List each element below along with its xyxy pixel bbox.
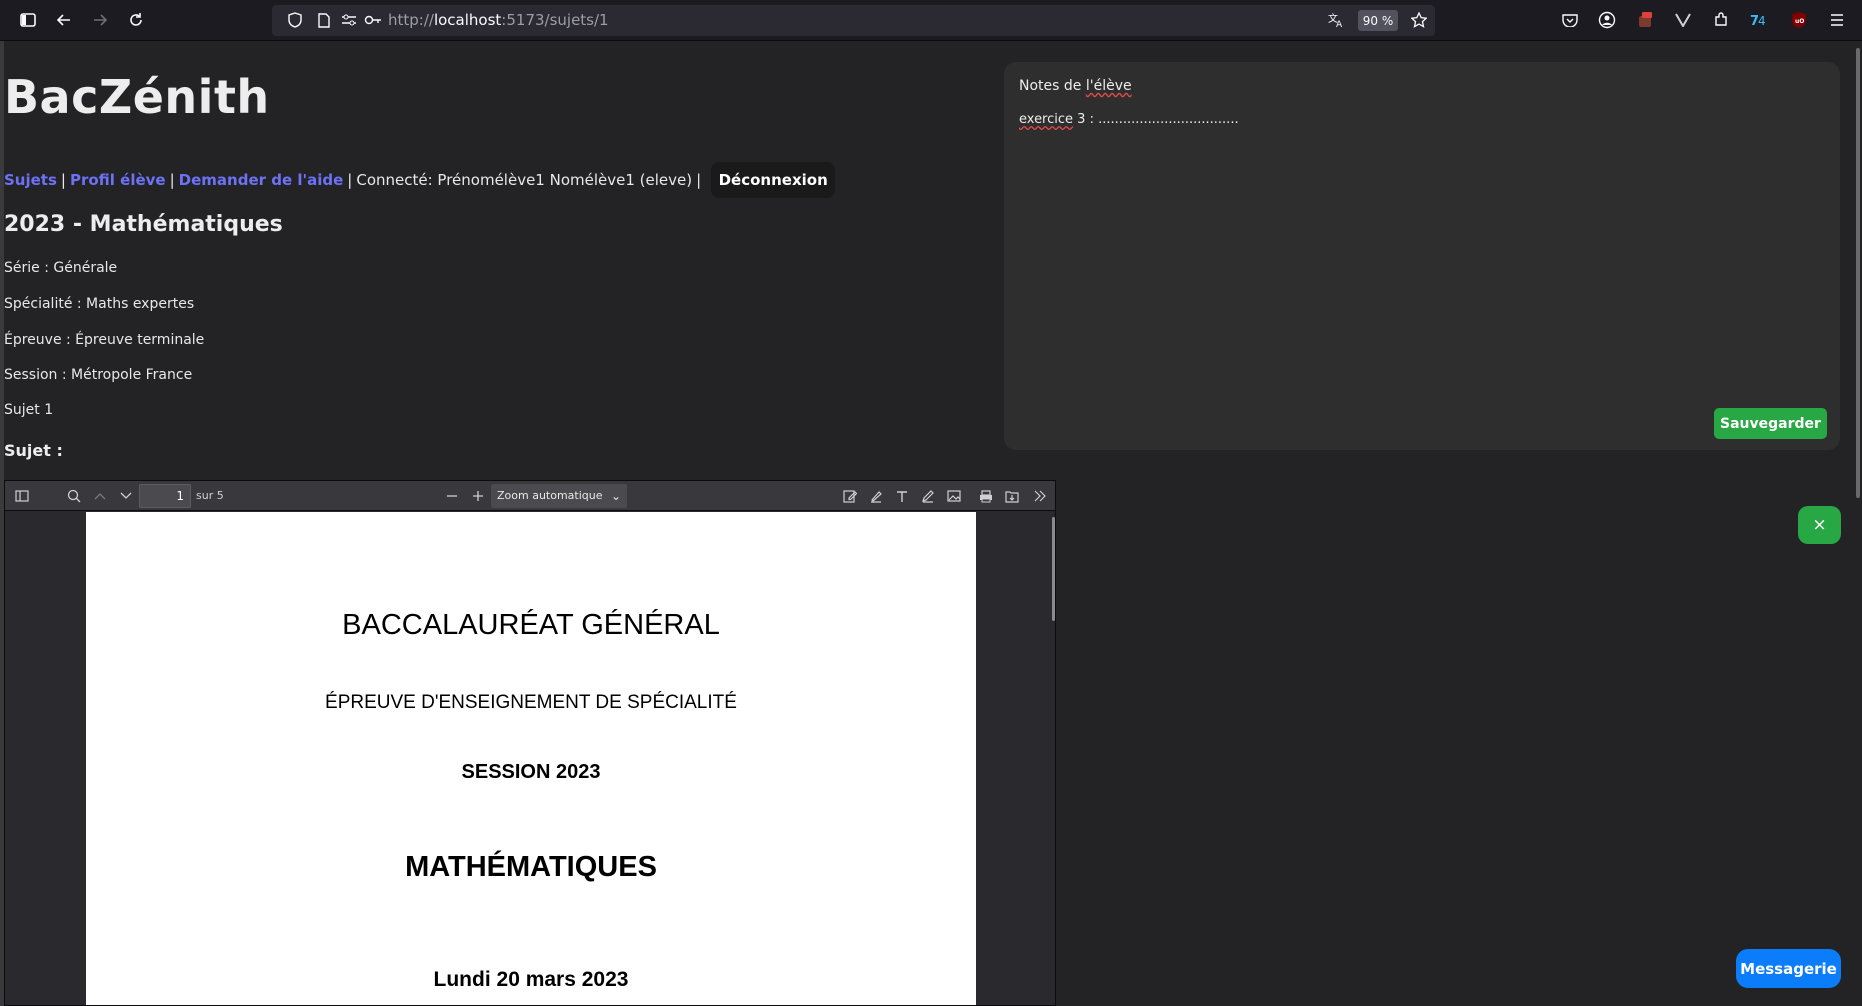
bookmark-star-icon[interactable] (1408, 9, 1430, 31)
notes-title-prefix: Notes de (1019, 78, 1086, 94)
pdf-next-page-icon[interactable] (115, 485, 137, 507)
page-icon (313, 9, 335, 31)
pdf-save-icon[interactable] (1001, 485, 1023, 507)
pdf-zoom-select[interactable]: Zoom automatique ⌄ (491, 484, 627, 508)
pocket-icon[interactable] (1559, 9, 1581, 31)
main-navigation: Sujets | Profil élève | Demander de l'ai… (4, 162, 836, 198)
pdf-toolbar: 1 sur 5 Zoom automatique ⌄ (5, 481, 1055, 511)
pdf-search-icon[interactable] (63, 485, 85, 507)
pdf-page: BACCALAURÉAT GÉNÉRAL ÉPREUVE D'ENSEIGNEM… (86, 512, 976, 1005)
sidebar-toggle-icon[interactable] (16, 8, 40, 32)
student-notes-panel: Notes de l'élève exercice 3 : ..........… (1004, 62, 1840, 450)
reload-icon[interactable] (124, 8, 148, 32)
connected-user-text: Connecté: Prénomélève1 Nomélève1 (eleve) (356, 171, 693, 189)
svg-text:A: A (1336, 20, 1343, 28)
nav-separator: | (696, 171, 702, 189)
pdf-text-bac-general: BACCALAURÉAT GÉNÉRAL (342, 609, 720, 641)
url-host: localhost (433, 11, 502, 29)
notes-textarea[interactable]: exercice 3 : ...........................… (1019, 112, 1239, 127)
subject-serie: Série : Générale (4, 260, 118, 276)
pdf-text-session: SESSION 2023 (461, 761, 601, 783)
pdf-edit-icon[interactable] (839, 485, 861, 507)
ublock-origin-icon[interactable]: uO (1788, 9, 1810, 31)
pdf-text-matiere: MATHÉMATIQUES (405, 851, 657, 883)
nav-link-profile[interactable]: Profil élève (70, 171, 166, 189)
browser-toolbar: http://localhost:5173/sujets/1 文A 90 % 7… (0, 0, 1862, 41)
subject-title: 2023 - Mathématiques (4, 212, 283, 237)
nav-separator: | (169, 171, 175, 189)
svg-text:4: 4 (1758, 14, 1766, 27)
permissions-icon[interactable] (338, 9, 360, 31)
url-scheme: http:// (388, 11, 434, 29)
save-notes-button[interactable]: Sauvegarder (1714, 408, 1827, 439)
subject-pdf-label: Sujet : (4, 441, 63, 460)
pdf-draw-icon[interactable] (917, 485, 939, 507)
url-path: :5173/sujets/1 (501, 11, 609, 29)
nav-link-subjects[interactable]: Sujets (4, 171, 57, 189)
page-scrollbar[interactable] (1856, 48, 1860, 498)
extension-badge-icon[interactable] (1634, 9, 1656, 31)
pdf-print-icon[interactable] (975, 485, 997, 507)
notes-title-word: l'élève (1085, 78, 1132, 94)
subject-session: Session : Métropole France (4, 367, 193, 383)
pdf-zoom-value: Zoom automatique (497, 489, 603, 502)
translate-icon[interactable]: 文A (1325, 9, 1347, 31)
chevron-down-icon: ⌄ (610, 489, 621, 503)
tailwind-extension-icon[interactable]: 74 (1748, 9, 1770, 31)
menu-hamburger-icon[interactable] (1826, 9, 1848, 31)
nav-link-help[interactable]: Demander de l'aide (179, 171, 344, 189)
pdf-viewer[interactable]: 1 sur 5 Zoom automatique ⌄ BACCALAURÉAT … (4, 480, 1056, 1006)
subject-epreuve: Épreuve : Épreuve terminale (4, 332, 205, 348)
shield-icon[interactable] (284, 9, 306, 31)
address-bar[interactable]: http://localhost:5173/sujets/1 文A 90 % (272, 5, 1435, 36)
account-icon[interactable] (1596, 9, 1618, 31)
svg-text:uO: uO (1795, 18, 1804, 25)
back-icon[interactable] (52, 8, 76, 32)
subject-number: Sujet 1 (4, 402, 54, 418)
forward-icon[interactable] (88, 8, 112, 32)
pdf-highlight-icon[interactable] (865, 485, 887, 507)
pdf-text-epreuve: ÉPREUVE D'ENSEIGNEMENT DE SPÉCIALITÉ (325, 692, 737, 713)
pdf-page-number-input[interactable]: 1 (139, 484, 191, 508)
extensions-puzzle-icon[interactable] (1710, 9, 1732, 31)
pdf-zoom-out-icon[interactable] (441, 485, 463, 507)
url-text[interactable]: http://localhost:5173/sujets/1 (388, 11, 609, 29)
pdf-scrollbar[interactable] (1052, 517, 1055, 621)
logout-button[interactable]: Déconnexion (711, 162, 836, 198)
notes-title: Notes de l'élève (1019, 78, 1132, 94)
pdf-more-tools-icon[interactable] (1029, 485, 1051, 507)
pdf-sidebar-toggle-icon[interactable] (11, 485, 33, 507)
pdf-text-tool-icon[interactable] (891, 485, 913, 507)
pdf-page-count: sur 5 (196, 489, 224, 502)
nav-separator: | (347, 171, 353, 189)
pdf-previous-page-icon[interactable] (89, 485, 111, 507)
messaging-button[interactable]: Messagerie (1736, 949, 1841, 988)
notes-text-word: exercice (1019, 112, 1074, 127)
pdf-image-icon[interactable] (943, 485, 965, 507)
subject-specialite: Spécialité : Maths expertes (4, 296, 195, 312)
pdf-text-date: Lundi 20 mars 2023 (433, 968, 629, 991)
app-title: BacZénith (4, 70, 270, 124)
close-icon[interactable]: × (1798, 506, 1841, 544)
nav-separator: | (60, 171, 66, 189)
pdf-zoom-in-icon[interactable] (467, 485, 489, 507)
key-icon[interactable] (362, 9, 384, 31)
zoom-level-badge[interactable]: 90 % (1358, 10, 1398, 31)
notes-text-rest: 3 : .................................. (1073, 112, 1239, 127)
vue-devtools-icon[interactable] (1672, 9, 1694, 31)
